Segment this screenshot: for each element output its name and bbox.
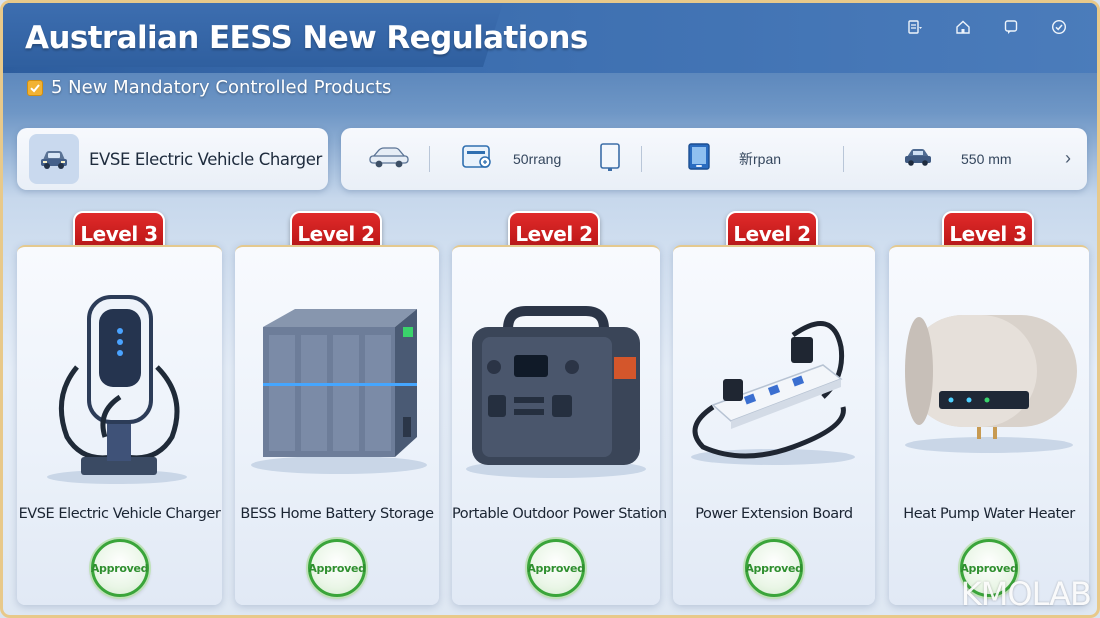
car-icon [367,145,411,174]
divider [843,146,844,172]
product-name: Heat Pump Water Heater [903,506,1075,522]
page-title: Australian EESS New Regulations [25,20,588,56]
chat-icon[interactable] [1001,17,1021,37]
approved-stamp: Approved [90,539,149,597]
car-icon [29,134,79,184]
selected-category-card[interactable]: EVSE Electric Vehicle Charger [17,128,328,190]
product-card-evse[interactable]: EVSE Electric Vehicle Charger Approved [17,245,222,605]
app-frame: Australian EESS New Regulations 5 New Ma… [0,0,1100,618]
strip-item[interactable]: 50rrang [461,128,561,190]
approved-text: Approved [527,561,585,575]
approved-text: Approved [745,561,803,575]
product-name: EVSE Electric Vehicle Charger [18,506,221,522]
strip-item[interactable]: 新rpan [687,128,781,190]
strip-text: 50rrang [513,151,562,167]
product-card-power-station[interactable]: Portable Outdoor Power Station Approved [452,245,667,605]
product-card-extension-board[interactable]: Power Extension Board Approved [673,245,875,605]
approved-text: Approved [960,561,1018,575]
product-name: BESS Home Battery Storage [240,506,434,522]
tablet-icon [599,142,621,177]
charger-screen-icon [461,143,495,176]
extension-board-image [691,321,855,465]
product-card-water-heater[interactable]: Heat Pump Water Heater Approved [889,245,1089,605]
home-icon[interactable] [953,17,973,37]
ev-charger-image [47,295,187,484]
watermark: KMOLAB [960,575,1092,613]
chevron-right-icon[interactable]: › [1065,148,1071,169]
selected-category-label: EVSE Electric Vehicle Charger [89,149,322,169]
subtitle: 5 New Mandatory Controlled Products [51,77,392,98]
product-icon-strip: 50rrang 新rpan 550 mm › [341,128,1087,190]
strip-item[interactable] [599,128,621,190]
strip-item[interactable] [367,128,411,190]
car-icon [903,146,933,173]
check-circle-icon[interactable] [1049,17,1069,37]
approved-stamp: Approved [745,539,803,597]
power-station-image [466,306,646,478]
toolbar [905,17,1069,37]
tablet-blue-icon [687,142,711,177]
checkbox-icon [27,79,43,96]
strip-text: 550 mm [961,151,1012,167]
strip-item[interactable]: 550 mm [903,128,1012,190]
approved-text: Approved [90,561,149,575]
approved-stamp: Approved [308,539,366,597]
water-heater-image [905,315,1077,453]
product-name: Power Extension Board [695,506,853,522]
document-menu-icon[interactable] [905,17,925,37]
product-name: Portable Outdoor Power Station [452,506,667,522]
approved-text: Approved [308,561,366,575]
approved-stamp: Approved [527,539,585,597]
divider [429,146,430,172]
product-card-bess[interactable]: BESS Home Battery Storage Approved [235,245,439,605]
subtitle-row: 5 New Mandatory Controlled Products [27,77,391,98]
strip-text: 新rpan [739,151,782,167]
divider [641,146,642,172]
battery-storage-image [251,309,427,474]
